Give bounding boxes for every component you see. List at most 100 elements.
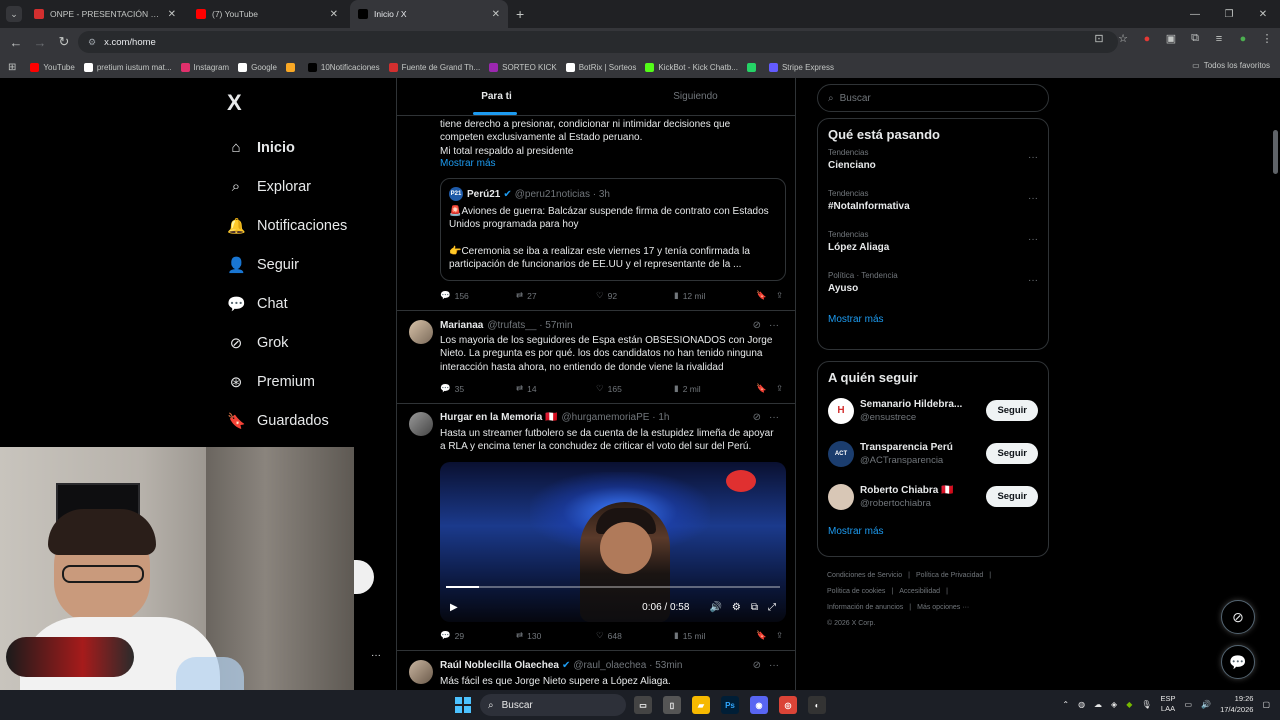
language-indicator[interactable]: ESP LAA (1161, 694, 1176, 714)
browser-tab[interactable]: (7) YouTube ✕ (188, 0, 346, 28)
sidebar-item-seguir[interactable]: 👤 Seguir (227, 245, 347, 284)
footer-link[interactable]: Información de anuncios (827, 604, 903, 611)
taskbar-search[interactable]: ⌕ Buscar (480, 694, 626, 716)
sidebar-item-explorar[interactable]: ⌕ Explorar (227, 167, 347, 206)
views-button[interactable]: ▮ 15 mil (674, 630, 756, 641)
follow-button[interactable]: Seguir (986, 400, 1038, 421)
extension-icon[interactable]: ▣ (1164, 32, 1178, 45)
author-handle[interactable]: @trufats__ · 57min (487, 320, 572, 331)
bookmark-item[interactable] (746, 62, 760, 72)
like-button[interactable]: ♡ 165 (596, 383, 674, 394)
reload-button[interactable]: ↻ (52, 34, 76, 50)
page-scrollbar[interactable] (1273, 130, 1278, 174)
more-icon[interactable]: ··· (1028, 193, 1038, 204)
follow-show-more[interactable]: Mostrar más (818, 518, 1048, 547)
video-player[interactable]: ▶ 0:06 / 0:58 🔊 ⚙ ⧉ ⤢ (440, 462, 786, 622)
sidebar-item-grok[interactable]: ⊘ Grok (227, 323, 347, 362)
more-icon[interactable]: ··· (1028, 275, 1038, 286)
volume-icon[interactable]: 🔊 (1201, 700, 1211, 709)
all-bookmarks-folder[interactable]: ▭ Todos los favoritos (1192, 61, 1270, 70)
browser-tab[interactable]: Inicio / X ✕ (350, 0, 508, 28)
apps-grid-icon[interactable]: ⊞ (8, 62, 16, 73)
back-button[interactable]: ← (4, 35, 28, 50)
trend-item[interactable]: Tendencias López Aliaga ··· (818, 224, 1048, 265)
repost-button[interactable]: ⇄ 14 (516, 383, 596, 394)
repost-button[interactable]: ⇄ 130 (516, 630, 596, 641)
close-tab-icon[interactable]: ✕ (330, 9, 338, 20)
follow-suggestion[interactable]: ACT Transparencia Perú @ACTransparencia Seg… (818, 432, 1048, 475)
extensions-puzzle-icon[interactable]: ⧉ (1188, 32, 1202, 45)
x-logo[interactable]: X (227, 90, 242, 116)
video-progress-bar[interactable] (446, 586, 780, 588)
file-explorer-icon[interactable]: ▰ (692, 696, 710, 714)
bookmark-button[interactable]: 🔖 (756, 290, 776, 301)
app-icon[interactable]: ▯ (663, 696, 681, 714)
avatar[interactable] (409, 320, 433, 344)
reply-button[interactable]: 💬 156 (440, 290, 516, 301)
sidebar-item-guardados[interactable]: 🔖 Guardados (227, 401, 347, 440)
quoted-tweet[interactable]: P21 Perú21 ✔ @peru21noticias · 3h 🚨Avion… (440, 178, 786, 281)
reply-button[interactable]: 💬 29 (440, 630, 516, 641)
close-window-button[interactable]: ✕ (1246, 0, 1280, 28)
views-button[interactable]: ▮ 12 mil (674, 290, 756, 301)
tweet-text[interactable]: Más fácil es que Jorge Nieto supere a Ló… (440, 675, 785, 688)
onedrive-icon[interactable]: ☁ (1094, 700, 1102, 709)
trend-item[interactable]: Política · Tendencia Ayuso ··· (818, 265, 1048, 306)
bookmark-item[interactable]: 10Notificaciones (307, 62, 380, 72)
trend-item[interactable]: Tendencias #NotaInformativa ··· (818, 183, 1048, 224)
volume-icon[interactable]: 🔊 (709, 602, 721, 613)
tray-app-icon[interactable]: ◍ (1078, 700, 1085, 709)
tweet-text[interactable]: Los mayoria de los seguidores de Espa es… (440, 334, 785, 374)
pip-icon[interactable]: ⧉ (751, 602, 758, 613)
network-icon[interactable]: ▭ (1185, 700, 1193, 709)
site-info-icon[interactable]: ⚙ (88, 37, 96, 48)
trend-item[interactable]: Tendencias Cienciano ··· (818, 142, 1048, 183)
more-icon[interactable]: ··· (1028, 234, 1038, 245)
fullscreen-icon[interactable]: ⤢ (768, 602, 776, 613)
author-name[interactable]: Marianaa (440, 320, 483, 331)
app-red-icon[interactable]: ◐ (808, 696, 826, 714)
author-handle[interactable]: @hurgamemoriaPE · 1h (561, 412, 669, 423)
footer-link[interactable]: Más opciones ··· (917, 604, 969, 611)
follow-suggestion[interactable]: H Semanario Hildebra... @ensustrece Seguir (818, 389, 1048, 432)
author-name[interactable]: Raúl Noblecilla Olaechea (440, 660, 559, 671)
discord-icon[interactable]: ◉ (750, 696, 768, 714)
more-icon[interactable]: ··· (769, 320, 779, 331)
tweet-text[interactable]: tiene derecho a presionar, condicionar n… (440, 118, 780, 169)
footer-link[interactable]: Política de cookies (827, 588, 885, 595)
tab-search-button[interactable]: ⌄ (6, 6, 22, 22)
footer-link[interactable]: Accesibilidad (899, 588, 940, 595)
extension-red-icon[interactable]: ● (1140, 33, 1154, 45)
share-button[interactable]: ⇪ (776, 383, 783, 394)
reading-list-icon[interactable]: ≡ (1212, 33, 1226, 45)
tray-app-icon[interactable]: ◈ (1111, 700, 1117, 709)
profile-button-partial[interactable] (354, 560, 374, 594)
trends-show-more[interactable]: Mostrar más (818, 306, 1048, 335)
clock[interactable]: 19:26 17/4/2026 (1220, 693, 1253, 715)
footer-link[interactable]: Política de Privacidad (916, 572, 983, 579)
browser-tab[interactable]: ONPE - PRESENTACIÓN DE RES ✕ (26, 0, 184, 28)
account-more-icon[interactable]: ··· (371, 650, 381, 661)
nvidia-icon[interactable]: ◆ (1126, 700, 1132, 709)
avatar[interactable] (409, 660, 433, 684)
follow-suggestion[interactable]: Roberto Chiabra 🇵🇪 @robertochiabra Seguir (818, 475, 1048, 518)
bookmark-item[interactable]: Google (238, 62, 277, 72)
profile-avatar[interactable]: ● (1236, 33, 1250, 45)
sidebar-item-chat[interactable]: 💬 Chat (227, 284, 347, 323)
like-button[interactable]: ♡ 648 (596, 630, 674, 641)
bookmark-item[interactable]: SORTEO KICK (489, 62, 557, 72)
avatar[interactable]: ACT (828, 440, 854, 467)
bookmark-item[interactable]: KickBot - Kick Chatb... (645, 62, 738, 72)
bookmark-button[interactable]: 🔖 (756, 630, 776, 641)
bookmark-item[interactable]: pretium iustum mat... (83, 62, 172, 72)
install-app-icon[interactable]: ⊡ (1092, 32, 1106, 45)
footer-link[interactable]: Condiciones de Servicio (827, 572, 902, 579)
chat-fab-icon[interactable]: 💬 (1221, 645, 1255, 679)
minimize-button[interactable]: — (1178, 0, 1212, 28)
grok-fab-icon[interactable]: ⊘ (1221, 600, 1255, 634)
author-handle[interactable]: @raul_olaechea · 53min (573, 660, 682, 671)
browser-menu-icon[interactable]: ⋮ (1260, 32, 1274, 45)
avatar[interactable] (409, 412, 433, 436)
bookmark-star-icon[interactable]: ☆ (1116, 32, 1130, 45)
chrome-icon[interactable]: ◎ (779, 696, 797, 714)
